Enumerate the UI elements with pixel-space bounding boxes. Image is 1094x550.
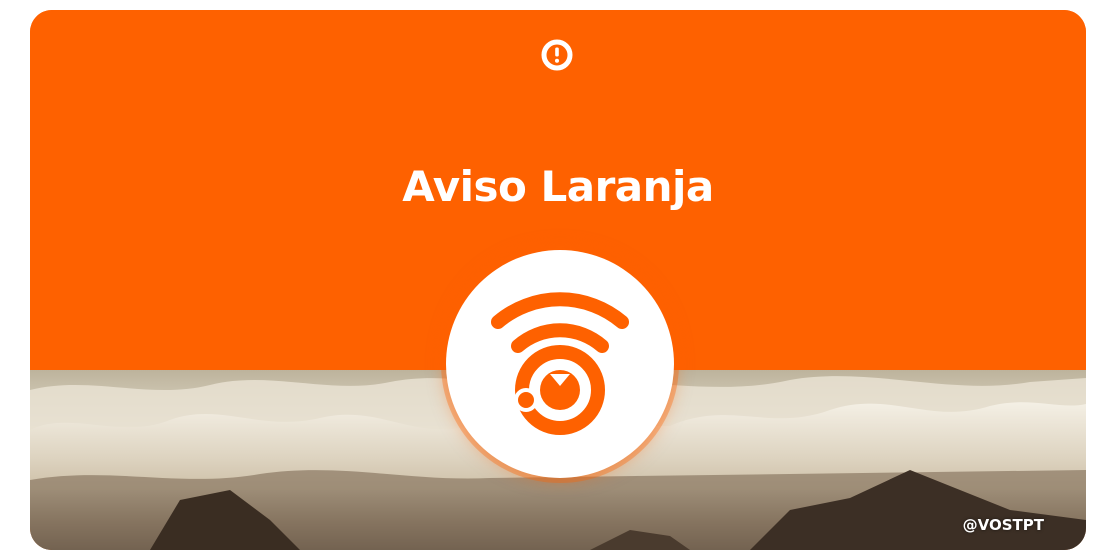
wave-signal-icon: [491, 292, 629, 435]
warning-card: Aviso Laranja @VOSTPT: [30, 10, 1086, 550]
alert-circle-icon: [540, 38, 574, 72]
source-watermark: @VOSTPT: [962, 516, 1044, 534]
coastal-warning-badge: [446, 250, 674, 478]
warning-title: Aviso Laranja: [402, 162, 714, 211]
